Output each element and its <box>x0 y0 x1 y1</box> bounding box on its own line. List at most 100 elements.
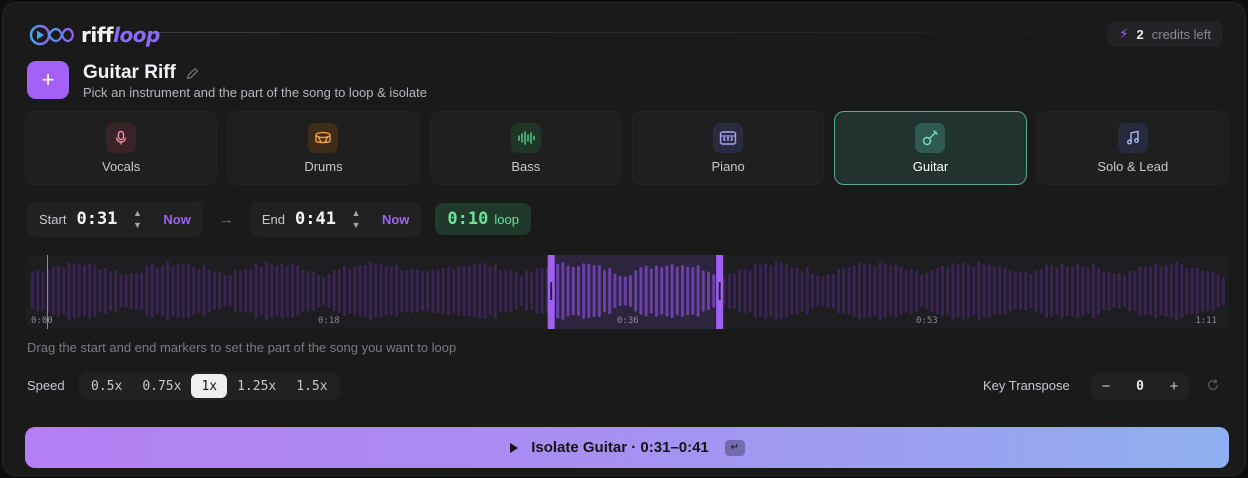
speed-option[interactable]: 1.25x <box>227 374 286 398</box>
waveform-bar <box>1097 267 1100 315</box>
project-title-wrap: Guitar Riff <box>83 62 199 84</box>
waveform[interactable]: 0:00 0:18 0:36 0:53 1:11 <box>25 255 1229 329</box>
waveform-bar <box>1065 266 1069 316</box>
stepper-down-icon[interactable]: ▼ <box>133 219 142 231</box>
waveform-bar <box>571 266 575 316</box>
instrument-vocals[interactable]: Vocals <box>25 111 218 185</box>
loop-length-label: loop <box>494 211 519 227</box>
waveform-bar <box>348 268 352 314</box>
instrument-guitar[interactable]: Guitar <box>834 111 1027 185</box>
waveform-bar <box>998 266 1002 316</box>
waveform-bar <box>779 263 783 319</box>
waveform-bar <box>946 266 950 316</box>
instrument-piano[interactable]: Piano <box>631 111 825 185</box>
waveform-bar <box>181 263 185 319</box>
waveform-bar <box>280 263 284 319</box>
waveform-bar <box>317 274 320 308</box>
start-marker-handle[interactable] <box>547 255 555 329</box>
waveform-bar <box>72 263 76 319</box>
waveform-bar <box>1149 266 1152 316</box>
stepper-up-icon[interactable]: ▲ <box>352 207 361 219</box>
stepper-down-icon[interactable]: ▼ <box>352 219 361 231</box>
speed-option[interactable]: 0.5x <box>81 374 132 398</box>
soundwave-icon <box>510 122 541 153</box>
waveform-bar <box>410 268 414 314</box>
waveform-bar <box>369 262 372 320</box>
waveform-bar <box>613 273 617 309</box>
waveform-bar <box>452 269 456 313</box>
waveform-bar <box>384 266 388 316</box>
waveform-bar <box>1221 276 1225 306</box>
waveform-bar <box>1180 264 1184 318</box>
waveform-bar <box>587 263 591 319</box>
waveform-bar <box>743 268 747 314</box>
waveform-bar <box>187 263 190 319</box>
waveform-bar <box>249 269 253 313</box>
waveform-bar <box>493 263 497 319</box>
add-project-button[interactable]: + <box>27 61 69 99</box>
waveform-bar <box>171 265 175 317</box>
start-now-button[interactable]: Now <box>163 212 190 227</box>
waveform-bar <box>967 264 970 318</box>
enter-key-icon: ↵ <box>724 439 745 456</box>
waveform-bar <box>119 274 123 308</box>
waveform-bar <box>873 266 877 316</box>
waveform-bar <box>1076 264 1080 318</box>
waveform-bar <box>925 273 929 309</box>
waveform-bar <box>701 270 705 312</box>
end-stepper[interactable]: ▲ ▼ <box>346 207 366 231</box>
waveform-bar <box>114 270 118 312</box>
speed-option[interactable]: 1x <box>191 374 228 398</box>
instrument-label: Piano <box>711 158 745 174</box>
waveform-bar <box>1107 271 1111 311</box>
waveform-bar <box>473 264 476 318</box>
key-plus-button[interactable]: + <box>1167 378 1181 395</box>
microphone-icon <box>106 122 137 153</box>
end-now-button[interactable]: Now <box>382 212 409 227</box>
reset-icon[interactable] <box>1206 378 1220 392</box>
speed-option[interactable]: 1.5x <box>286 374 337 398</box>
waveform-bar <box>795 267 799 315</box>
waveform-bar <box>1143 266 1147 316</box>
waveform-tick-label: 0:36 <box>617 316 639 326</box>
start-time-value[interactable]: 0:31 <box>76 209 117 229</box>
end-time-value[interactable]: 0:41 <box>295 209 336 229</box>
waveform-bar <box>727 273 731 309</box>
end-marker-handle[interactable] <box>716 255 724 329</box>
waveform-bar <box>129 272 133 310</box>
key-minus-button[interactable]: − <box>1099 378 1113 395</box>
pencil-icon[interactable] <box>186 67 199 80</box>
waveform-bar <box>415 269 419 313</box>
instrument-solo-lead[interactable]: Solo & Lead <box>1036 111 1229 185</box>
isolate-button[interactable]: Isolate Guitar · 0:31–0:41 ↵ <box>25 427 1229 468</box>
waveform-bar <box>1003 267 1007 315</box>
waveform-bar <box>863 264 866 318</box>
stepper-up-icon[interactable]: ▲ <box>133 207 142 219</box>
waveform-bar <box>837 268 840 314</box>
speed-selector: 0.5x 0.75x 1x 1.25x 1.5x <box>79 372 340 400</box>
waveform-bar <box>514 272 518 310</box>
waveform-bar <box>675 266 679 316</box>
instrument-bass[interactable]: Bass <box>429 111 622 185</box>
waveform-bar <box>519 276 523 306</box>
credits-badge: ⚡ 2 credits left <box>1107 21 1223 47</box>
waveform-bar <box>462 265 466 317</box>
help-text: Drag the start and end markers to set th… <box>27 340 457 355</box>
waveform-bar <box>400 269 404 313</box>
waveform-bar <box>972 266 976 316</box>
waveform-bar <box>556 263 560 319</box>
waveform-bar <box>353 266 357 316</box>
waveform-bar <box>1169 264 1173 318</box>
instrument-drums[interactable]: Drums <box>227 111 420 185</box>
header-divider <box>159 32 1089 33</box>
waveform-bar <box>920 274 924 308</box>
speed-option[interactable]: 0.75x <box>132 374 191 398</box>
start-stepper[interactable]: ▲ ▼ <box>127 207 147 231</box>
waveform-bar <box>681 265 684 317</box>
waveform-bar <box>525 270 528 312</box>
waveform-bar <box>41 271 45 311</box>
waveform-bar <box>1216 274 1220 308</box>
waveform-bar <box>327 273 331 309</box>
waveform-bar <box>431 269 435 313</box>
loop-length-value: 0:10 <box>447 209 489 229</box>
